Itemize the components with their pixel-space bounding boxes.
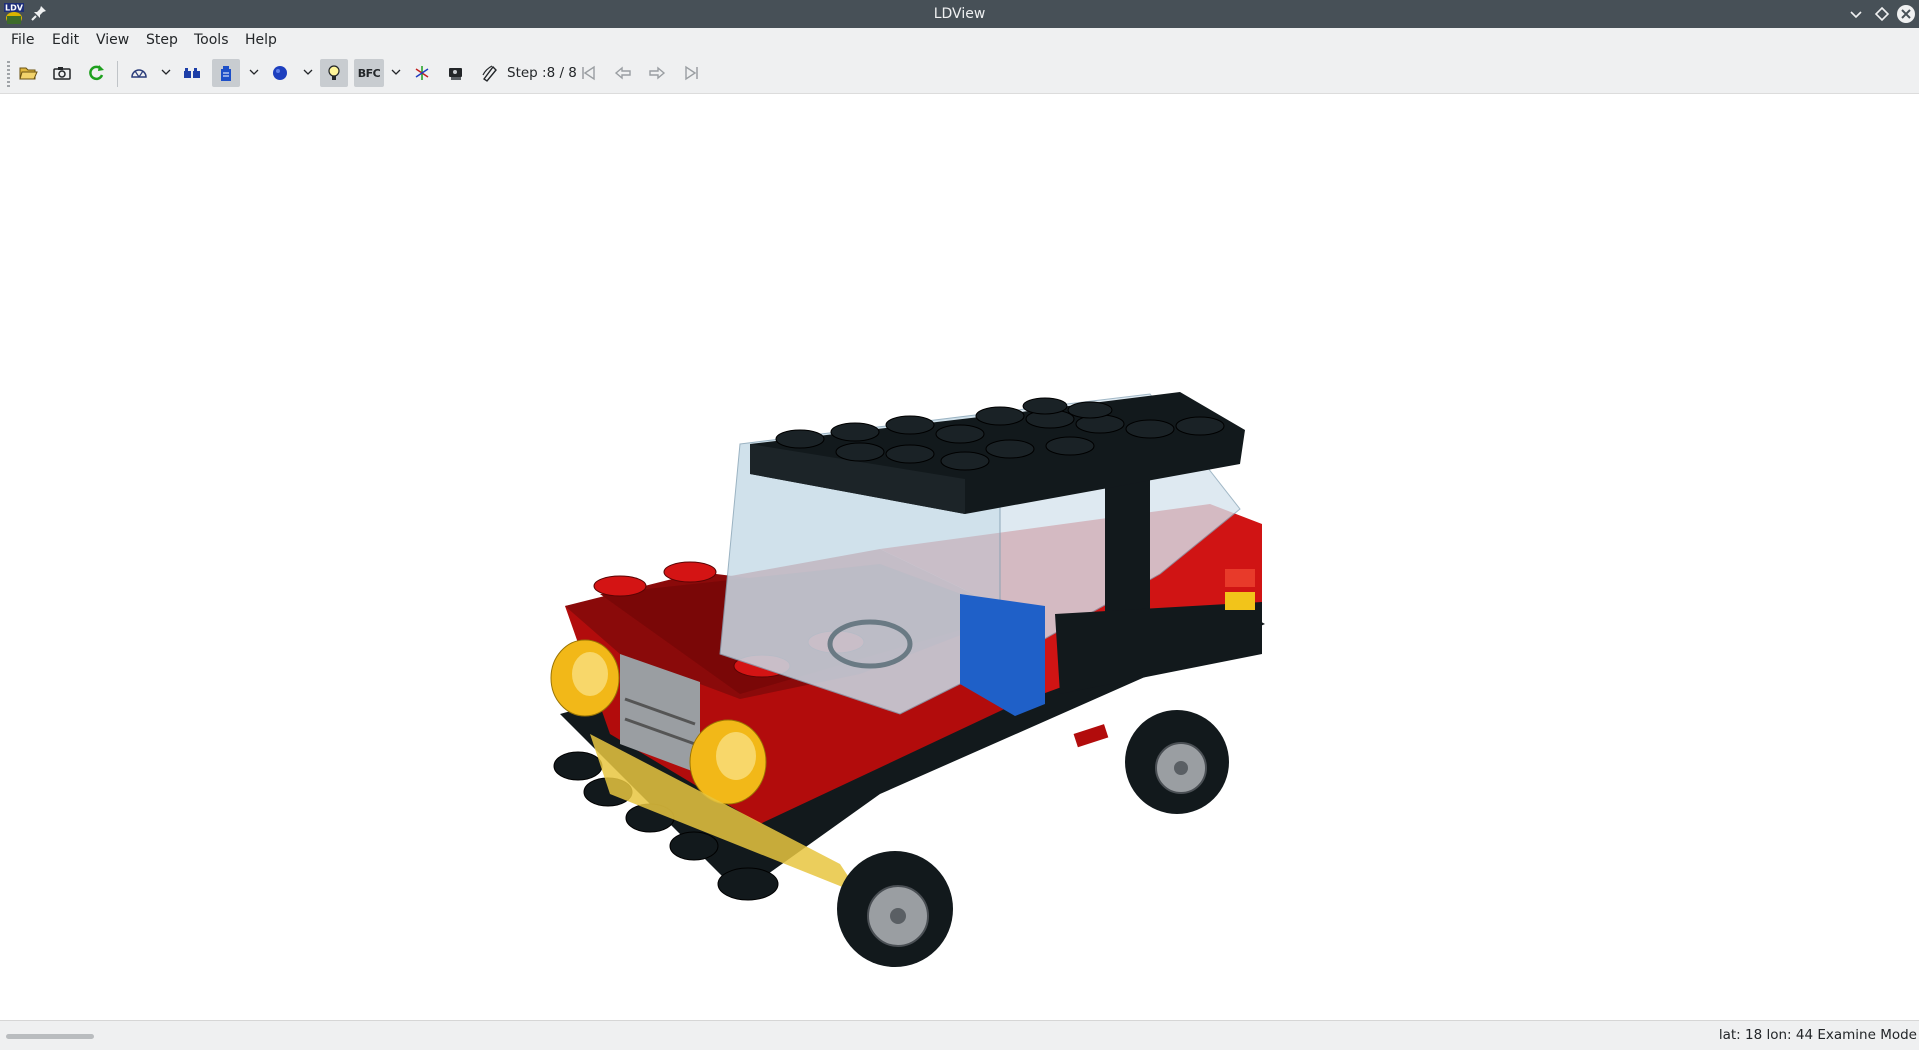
maximize-button[interactable] [1872, 4, 1892, 24]
toolbar-separator [117, 61, 118, 87]
status-bar: lat: 18 lon: 44 Examine Mode [0, 1020, 1919, 1050]
colors-dropdown[interactable] [302, 65, 314, 79]
menu-tools[interactable]: Tools [192, 28, 231, 53]
model-tree-button[interactable] [212, 59, 240, 87]
screenshot-icon [53, 67, 71, 80]
horizontal-scrollbar[interactable] [6, 1034, 94, 1039]
bfc-icon: BFC [357, 66, 381, 80]
axes-icon [415, 66, 429, 80]
axes-button[interactable] [408, 59, 436, 87]
menu-step[interactable]: Step [144, 28, 180, 53]
chevron-down-icon [1850, 11, 1862, 19]
previous-step-icon [614, 66, 631, 80]
window-titlebar: LDV LDView [0, 0, 1919, 28]
first-step-button[interactable] [575, 59, 603, 87]
lego-car-model [550, 392, 1265, 967]
open-file-icon [19, 67, 38, 80]
lighting-button[interactable] [320, 59, 348, 87]
rear-wheel [1125, 710, 1229, 814]
model-tree-icon [221, 66, 231, 81]
window-title: LDView [933, 6, 986, 22]
properties-button[interactable] [476, 59, 504, 87]
camera-icon [449, 68, 462, 80]
parts-list-icon [184, 68, 200, 78]
menu-view[interactable]: View [94, 28, 131, 53]
menu-bar: File Edit View Step Tools Help [0, 28, 1919, 53]
bfc-button[interactable]: BFC [354, 59, 384, 87]
next-step-button[interactable] [643, 59, 671, 87]
status-text: lat: 18 lon: 44 Examine Mode [1718, 1027, 1917, 1043]
chevron-down-icon [391, 69, 401, 75]
chevron-down-icon [161, 69, 171, 75]
chevron-down-icon [249, 69, 259, 75]
open-file-button[interactable] [14, 59, 42, 87]
view-angle-button[interactable] [125, 59, 153, 87]
chevron-down-icon [303, 69, 313, 75]
view-angle-icon [131, 69, 147, 78]
next-step-icon [649, 66, 666, 80]
diamond-icon [1874, 6, 1890, 22]
menu-file[interactable]: File [9, 28, 36, 53]
model-viewport[interactable] [0, 94, 1919, 1019]
lighting-icon [328, 65, 340, 80]
first-step-icon [582, 65, 595, 81]
properties-icon [482, 65, 497, 82]
reload-button[interactable] [82, 59, 110, 87]
close-icon [1897, 5, 1915, 23]
reload-icon [89, 65, 104, 81]
last-step-button[interactable] [677, 59, 705, 87]
previous-step-button[interactable] [609, 59, 637, 87]
minimize-button[interactable] [1846, 4, 1866, 24]
front-wheel [837, 851, 953, 967]
view-angle-dropdown[interactable] [160, 65, 172, 79]
toolbar-grip[interactable] [7, 61, 10, 87]
bfc-dropdown[interactable] [390, 65, 402, 79]
screenshot-button[interactable] [48, 59, 76, 87]
colors-button[interactable] [266, 59, 294, 87]
menu-help[interactable]: Help [243, 28, 279, 53]
parts-list-button[interactable] [178, 59, 206, 87]
main-toolbar: BFC Step :8 / 8 [0, 53, 1919, 94]
model-tree-dropdown[interactable] [248, 65, 260, 79]
close-button[interactable] [1896, 4, 1916, 24]
colors-icon [273, 66, 287, 80]
step-indicator: Step :8 / 8 [507, 65, 577, 81]
last-step-icon [685, 65, 698, 81]
menu-edit[interactable]: Edit [50, 28, 81, 53]
camera-button[interactable] [442, 59, 470, 87]
